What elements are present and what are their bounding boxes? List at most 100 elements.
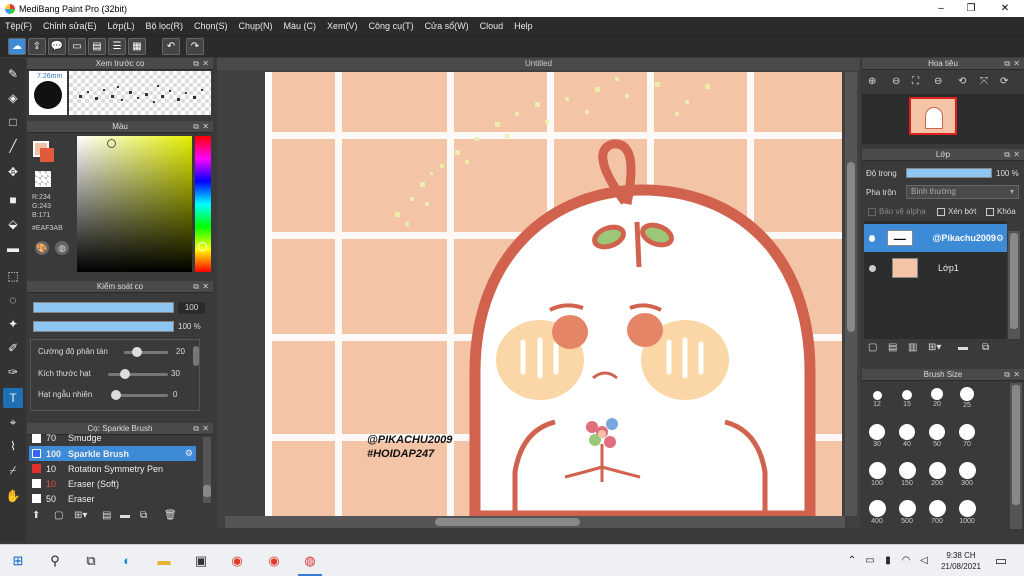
brush-size-cell[interactable]: 50	[923, 421, 951, 449]
brush-size-scrollbar[interactable]	[1010, 383, 1022, 529]
copy-brush-icon[interactable]: ▤	[102, 510, 111, 521]
close-button[interactable]: ✕	[989, 0, 1021, 17]
chrome-profile-icon[interactable]: ◉	[265, 552, 283, 570]
navigator-viewport[interactable]	[909, 97, 957, 135]
trash-icon[interactable]: 🗑	[164, 510, 177, 521]
pen-dropper-tool-icon[interactable]: ⌿	[3, 460, 23, 480]
zoom-out-icon[interactable]: ⊖	[892, 76, 900, 87]
line-tool-icon[interactable]: ╱	[3, 136, 23, 156]
palette-icon[interactable]: 🎨	[35, 241, 49, 255]
grid-icon[interactable]: ▦	[128, 38, 146, 55]
transparent-color-swatch[interactable]	[35, 171, 51, 187]
lasso-tool-icon[interactable]: ◌	[3, 290, 23, 310]
brush-size-cell[interactable]: 500	[893, 497, 921, 525]
comment-icon[interactable]: ▭	[68, 38, 86, 55]
search-icon[interactable]: ⚲	[46, 552, 64, 570]
dispersion-slider-knob[interactable]	[132, 347, 142, 357]
gradient-tool-icon[interactable]: ▬	[3, 238, 23, 258]
maximize-button[interactable]: ❐	[955, 0, 987, 17]
move-tool-icon[interactable]: ✥	[3, 162, 23, 182]
brush-size-cell[interactable]: 700	[923, 497, 951, 525]
actual-size-icon[interactable]: ⊖	[934, 76, 942, 87]
text-tool-icon[interactable]: T	[3, 388, 23, 408]
vertical-scroll-thumb[interactable]	[847, 162, 855, 332]
select-eraser-tool-icon[interactable]: ✑	[3, 362, 23, 382]
brush-item[interactable]: 50 Eraser	[29, 491, 196, 506]
brush-settings-gear-icon[interactable]: ⚙	[185, 448, 193, 459]
brush-item[interactable]: 10 Eraser (Soft)	[29, 476, 196, 491]
brush-size-cell[interactable]: 15	[893, 383, 921, 411]
brush-list-scrollbar[interactable]	[203, 437, 211, 503]
clock[interactable]: 9:38 CH 21/08/2021	[936, 550, 986, 572]
fit-window-icon[interactable]: ⛶	[912, 76, 919, 87]
volume-icon[interactable]: ◁	[915, 552, 933, 570]
list-icon[interactable]: ☰	[108, 38, 126, 55]
brush-item-selected[interactable]: 100 Sparkle Brush ⚙	[29, 446, 196, 461]
close-panel-icon[interactable]: ✕	[1013, 369, 1020, 381]
brush-size-cell[interactable]: 200	[923, 459, 951, 487]
brush-cloud-icon[interactable]: ⬆	[32, 510, 40, 521]
canvas-horizontal-scrollbar[interactable]	[225, 516, 845, 528]
brush-size-bar[interactable]	[33, 302, 174, 313]
particle-size-slider[interactable]	[108, 373, 168, 376]
file-explorer-icon[interactable]: ▬	[155, 552, 173, 570]
rectangle-tool-icon[interactable]: □	[3, 112, 23, 132]
params-scrollbar[interactable]	[193, 346, 199, 366]
brush-item[interactable]: 70 Smudge	[29, 433, 196, 443]
dropper-tool-icon[interactable]: ⌇	[3, 436, 23, 456]
store-icon[interactable]: ▣	[192, 552, 210, 570]
brush-size-cell[interactable]: 300	[953, 459, 981, 487]
chrome-icon[interactable]: ◉	[228, 552, 246, 570]
undock-icon[interactable]: ⧉	[1004, 149, 1010, 161]
minimize-button[interactable]: –	[925, 0, 957, 17]
menu-color[interactable]: Màu (C)	[284, 21, 317, 31]
layer-settings-gear-icon[interactable]: ⚙	[996, 233, 1004, 244]
bucket-tool-icon[interactable]: ⬙	[3, 214, 23, 234]
undock-icon[interactable]: ⧉	[1004, 369, 1010, 381]
brush-opacity-bar[interactable]	[33, 321, 174, 332]
new-layer-icon[interactable]: ▢	[868, 342, 877, 353]
color-picker-cursor[interactable]	[107, 139, 116, 148]
random-particle-slider-knob[interactable]	[111, 390, 121, 400]
add-layer-menu-icon[interactable]: ⊞▾	[928, 342, 941, 353]
rotate-right-icon[interactable]: ⟳	[1000, 76, 1008, 87]
redo-icon[interactable]: ↷	[186, 38, 204, 55]
menu-select[interactable]: Chọn(S)	[194, 21, 228, 31]
brush-size-cell[interactable]: 25	[953, 383, 981, 411]
menu-filter[interactable]: Bộ lọc(R)	[145, 21, 183, 31]
new-halftone-layer-icon[interactable]: ▤	[888, 342, 897, 353]
edge-browser-icon[interactable]: ◐	[118, 552, 136, 570]
brush-size-cell[interactable]: 1000	[953, 497, 981, 525]
brush-size-cell[interactable]: 12	[863, 383, 891, 411]
brush-size-cell[interactable]: 30	[863, 421, 891, 449]
rotate-left-icon[interactable]: ⟲	[958, 76, 966, 87]
layer-opacity-bar[interactable]	[906, 168, 992, 178]
undock-icon[interactable]: ⧉	[193, 58, 199, 70]
blend-mode-select[interactable]: Bình thường ▾	[906, 185, 1019, 199]
palette-settings-icon[interactable]: ◍	[55, 241, 69, 255]
folder-icon[interactable]: ▬	[120, 510, 130, 521]
menu-view[interactable]: Xem(V)	[327, 21, 358, 31]
random-particle-slider[interactable]	[113, 394, 168, 397]
close-panel-icon[interactable]: ✕	[202, 121, 209, 133]
menu-edit[interactable]: Chỉnh sửa(E)	[43, 21, 97, 31]
add-brush-icon[interactable]: ⊞▾	[74, 510, 87, 521]
menu-layer[interactable]: Lớp(L)	[108, 21, 135, 31]
brush-size-cell[interactable]: 40	[893, 421, 921, 449]
magic-wand-tool-icon[interactable]: ✦	[3, 314, 23, 334]
brush-size-cell[interactable]: 70	[953, 421, 981, 449]
chat-icon[interactable]: 💬	[48, 38, 66, 55]
menu-tools[interactable]: Công cụ(T)	[369, 21, 414, 31]
hand-tool-icon[interactable]: ✋	[3, 486, 23, 506]
layer-folder-icon[interactable]: ▬	[958, 342, 968, 353]
document-icon[interactable]: ▤	[88, 38, 106, 55]
document-tab[interactable]: Untitled	[217, 58, 860, 70]
battery-icon[interactable]: ▮	[879, 552, 897, 570]
layer-row-selected[interactable]: ▬▬▬ @Pikachu2009 ⚙	[864, 224, 1007, 252]
network-device-icon[interactable]: ▭	[861, 552, 879, 570]
undock-icon[interactable]: ⧉	[193, 281, 199, 293]
share-icon[interactable]: ⇪	[28, 38, 46, 55]
select-tool-icon[interactable]: ⬚	[3, 266, 23, 286]
hue-slider[interactable]	[195, 136, 211, 272]
notification-icon[interactable]: ▭	[992, 552, 1010, 570]
